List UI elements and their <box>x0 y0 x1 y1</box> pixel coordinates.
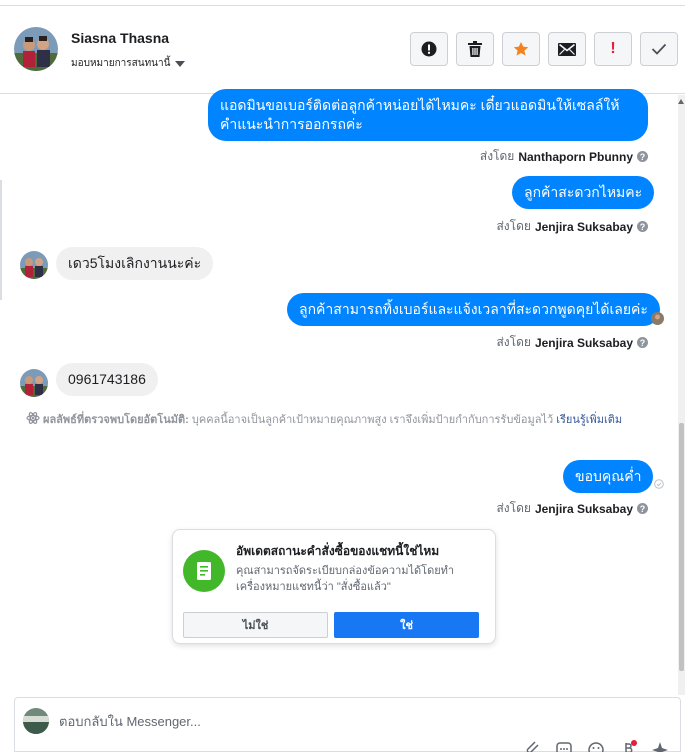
sent-by-line: ส่งโดย Jenjira Suksabay ? <box>496 499 648 518</box>
auto-detect-text: บุคคลนี้อาจเป็นลูกค้าเป้าหมายคุณภาพสูง เ… <box>191 414 554 426</box>
outgoing-message-bubble[interactable]: แอดมินขอเบอร์ติดต่อลูกค้าหน่อยได้ไหมคะ เ… <box>208 89 648 141</box>
inbox-conversation-panel: Siasna Thasna มอบหมายการสนทนานี้ ! แอดมิ… <box>0 0 685 752</box>
sent-status-icon <box>654 479 664 489</box>
alert-circle-icon <box>421 41 437 57</box>
order-status-prompt-card: อัพเดตสถานะคำสั่งซื้อของแชทนี้ใช่ไหม คุณ… <box>172 529 496 644</box>
follow-up-button[interactable]: ! <box>594 32 632 66</box>
assign-label: มอบหมายการสนทนานี้ <box>71 58 171 69</box>
sender-name[interactable]: Jenjira Suksabay <box>535 502 633 516</box>
thread-scrollbar[interactable] <box>678 95 685 695</box>
more-tools-icon[interactable] <box>650 740 670 752</box>
outgoing-message-bubble[interactable]: ขอบคุณค่ำ <box>563 460 654 493</box>
auto-detect-notice: ผลลัพธ์ที่ตรวจพบโดยอัตโนมัติ: บุคคลนี้อา… <box>26 411 656 428</box>
auto-detect-label: ผลลัพธ์ที่ตรวจพบโดยอัตโนมัติ: <box>43 414 189 426</box>
outgoing-message-bubble[interactable]: ลูกค้าสะดวกไหมคะ <box>512 176 655 209</box>
reply-input[interactable] <box>59 711 539 731</box>
yes-button[interactable]: ใช่ <box>334 612 479 638</box>
question-icon[interactable]: ? <box>637 503 648 514</box>
assign-conversation-dropdown[interactable]: มอบหมายการสนทนานี้ <box>71 56 186 71</box>
star-icon <box>513 42 529 56</box>
sender-name[interactable]: Jenjira Suksabay <box>535 220 633 234</box>
scrollbar-thumb[interactable] <box>679 423 684 671</box>
sent-by-prefix: ส่งโดย <box>496 219 531 233</box>
composer-tools <box>522 740 670 752</box>
atom-icon <box>26 412 40 424</box>
scroll-up-arrow-icon[interactable] <box>678 99 684 104</box>
sent-by-prefix: ส่งโดย <box>479 149 515 163</box>
delete-button[interactable] <box>456 32 494 66</box>
saved-replies-icon[interactable] <box>554 740 574 752</box>
mark-unread-button[interactable] <box>548 32 586 66</box>
emoji-icon[interactable] <box>586 740 606 752</box>
incoming-message-bubble[interactable]: เดว5โมงเลิกงานนะค่ะ <box>56 247 214 280</box>
read-receipt-avatar <box>651 312 664 325</box>
payment-icon[interactable] <box>618 740 638 752</box>
sender-name[interactable]: Jenjira Suksabay <box>535 336 633 350</box>
mark-spam-button[interactable] <box>410 32 448 66</box>
contact-avatar-small[interactable] <box>20 369 48 397</box>
exclamation-icon: ! <box>610 40 616 57</box>
attachment-icon[interactable] <box>522 740 542 752</box>
order-receipt-icon <box>183 550 225 592</box>
prompt-title: อัพเดตสถานะคำสั่งซื้อของแชทนี้ใช่ไหม <box>236 544 440 558</box>
sent-by-line: ส่งโดย Jenjira Suksabay ? <box>496 217 648 236</box>
notification-dot <box>631 740 637 746</box>
checkmark-icon <box>651 43 667 55</box>
sent-by-prefix: ส่งโดย <box>496 501 531 515</box>
outgoing-message-bubble[interactable]: ลูกค้าสามารถทิ้งเบอร์และแจ้งเวลาที่สะดวก… <box>287 293 660 326</box>
no-button[interactable]: ไม่ใช่ <box>183 612 328 638</box>
star-button[interactable] <box>502 32 540 66</box>
question-icon[interactable]: ? <box>637 151 648 162</box>
caret-down-icon <box>175 60 186 67</box>
conversation-header: Siasna Thasna มอบหมายการสนทนานี้ ! <box>0 6 685 94</box>
prompt-description: คุณสามารถจัดระเบียบกล่องข้อความได้โดยทำเ… <box>236 565 455 593</box>
sent-by-line: ส่งโดย Nanthaporn Pbunny ? <box>480 147 648 166</box>
reply-composer <box>14 697 681 752</box>
sent-by-line: ส่งโดย Jenjira Suksabay ? <box>496 333 648 352</box>
contact-avatar-small[interactable] <box>20 251 48 279</box>
sent-by-prefix: ส่งโดย <box>496 335 531 349</box>
contact-avatar[interactable] <box>14 27 58 71</box>
envelope-icon <box>558 42 576 56</box>
page-avatar <box>23 708 49 734</box>
question-icon[interactable]: ? <box>637 337 648 348</box>
contact-name[interactable]: Siasna Thasna <box>71 30 169 46</box>
sender-name[interactable]: Nanthaporn Pbunny <box>518 150 633 164</box>
mark-done-button[interactable] <box>640 32 678 66</box>
left-scroll-indicator <box>0 180 2 300</box>
question-icon[interactable]: ? <box>637 221 648 232</box>
trash-icon <box>468 41 482 57</box>
learn-more-link[interactable]: เรียนรู้เพิ่มเติม <box>556 414 622 426</box>
incoming-message-bubble[interactable]: 0961743186 <box>56 363 158 396</box>
conversation-actions: ! <box>410 32 678 66</box>
